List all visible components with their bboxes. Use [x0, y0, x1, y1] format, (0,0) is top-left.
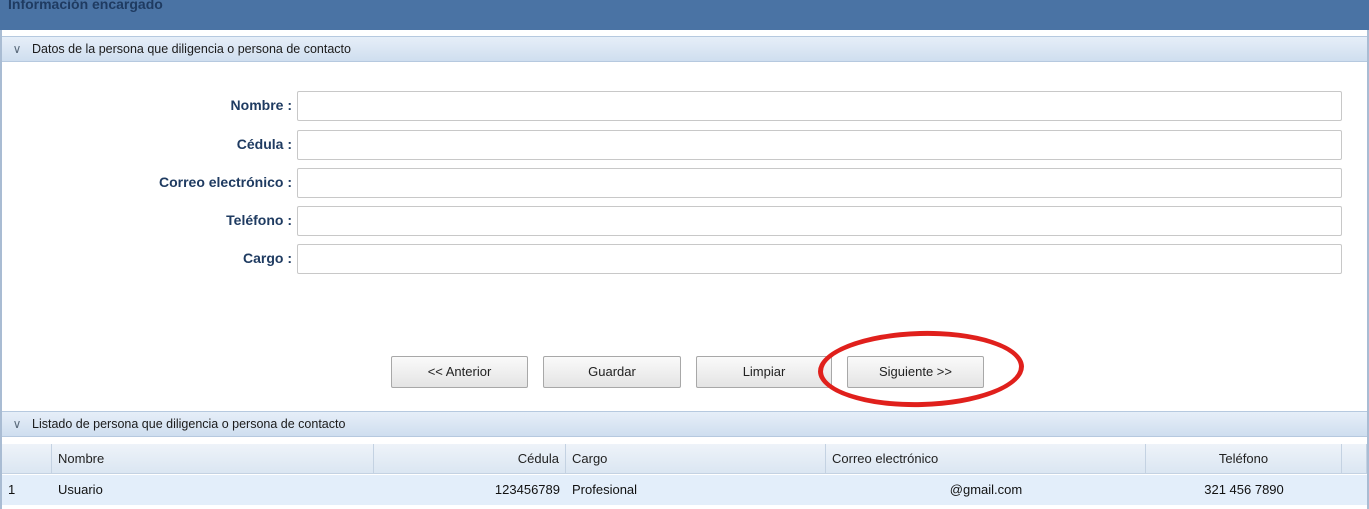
column-header-cedula[interactable]: Cédula: [374, 444, 566, 474]
row-index: 1: [8, 482, 16, 497]
form-row-correo: Correo electrónico :: [0, 168, 1369, 198]
form-row-telefono: Teléfono :: [0, 206, 1369, 236]
chevron-down-icon[interactable]: ∨: [2, 42, 32, 56]
correo-field[interactable]: [297, 168, 1342, 198]
contact-panel-header[interactable]: ∨ Datos de la persona que diligencia o p…: [2, 36, 1367, 62]
nombre-field[interactable]: [297, 91, 1342, 121]
telefono-field[interactable]: [297, 206, 1342, 236]
table-row[interactable]: 1 Usuario 123456789 Profesional @gmail.c…: [2, 475, 1367, 505]
column-header-nombre[interactable]: Nombre: [52, 444, 374, 474]
clear-button[interactable]: Limpiar: [696, 356, 832, 388]
next-button[interactable]: Siguiente >>: [847, 356, 984, 388]
cargo-label: Cargo :: [243, 250, 292, 266]
column-header-cargo[interactable]: Cargo: [566, 444, 826, 474]
list-panel-title: Listado de persona que diligencia o pers…: [32, 417, 346, 431]
row-spacer: [1342, 475, 1367, 505]
column-header-index: [2, 444, 52, 474]
row-telefono: 321 456 7890: [1204, 482, 1284, 497]
table-header: Nombre Cédula Cargo Correo electrónico T…: [2, 444, 1367, 474]
column-header-spacer: [1342, 444, 1367, 474]
form-row-cedula: Cédula :: [0, 130, 1369, 160]
correo-label: Correo electrónico :: [158, 174, 292, 190]
cargo-field[interactable]: [297, 244, 1342, 274]
column-header-telefono[interactable]: Teléfono: [1146, 444, 1342, 474]
row-cargo: Profesional: [572, 482, 638, 497]
row-nombre: Usuario: [58, 482, 103, 497]
window-title-text: Información encargado: [8, 0, 163, 12]
contact-panel-title: Datos de la persona que diligencia o per…: [32, 42, 351, 56]
form-row-nombre: Nombre :: [0, 91, 1369, 121]
telefono-label: Teléfono :: [226, 212, 292, 228]
list-panel-header[interactable]: ∨ Listado de persona que diligencia o pe…: [2, 411, 1367, 437]
column-header-correo[interactable]: Correo electrónico: [826, 444, 1146, 474]
nombre-label: Nombre :: [230, 97, 292, 113]
cedula-label: Cédula :: [236, 136, 292, 152]
row-correo: @gmail.com: [949, 482, 1023, 497]
window-title: Información encargado: [0, 0, 1369, 30]
previous-button[interactable]: << Anterior: [391, 356, 528, 388]
cedula-field[interactable]: [297, 130, 1342, 160]
row-cedula: 123456789: [494, 482, 560, 497]
save-button[interactable]: Guardar: [543, 356, 681, 388]
form-row-cargo: Cargo :: [0, 244, 1369, 274]
chevron-down-icon[interactable]: ∨: [2, 417, 32, 431]
